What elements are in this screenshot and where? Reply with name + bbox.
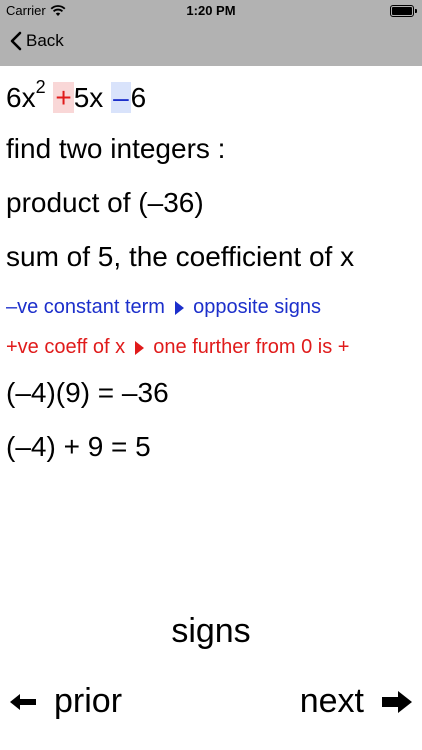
rule1-condition: –ve constant term bbox=[6, 296, 165, 318]
rule2-condition: +ve coeff of x bbox=[6, 336, 126, 358]
prior-label: prior bbox=[54, 682, 123, 720]
arrow-left-icon bbox=[10, 693, 36, 710]
prior-button[interactable]: prior bbox=[10, 682, 122, 721]
rule2-result: one further from 0 is + bbox=[153, 336, 350, 358]
equation-product: (–4)(9) = –36 bbox=[6, 377, 169, 408]
navigation-bar: Carrier 1:20 PM Back bbox=[0, 0, 422, 66]
term-6x: 6x bbox=[6, 82, 36, 113]
battery-icon bbox=[390, 5, 417, 17]
next-button[interactable]: next bbox=[300, 682, 412, 721]
next-label: next bbox=[299, 682, 364, 720]
rule1-result: opposite signs bbox=[193, 296, 321, 318]
step-find: find two integers : bbox=[6, 133, 226, 164]
arrow-right-icon bbox=[382, 690, 412, 713]
arrow-right-icon bbox=[134, 340, 144, 355]
term-5x: 5x bbox=[73, 82, 104, 113]
status-bar: Carrier 1:20 PM bbox=[0, 0, 422, 22]
step-product: product of (–36) bbox=[6, 187, 204, 218]
minus-sign: – bbox=[111, 82, 131, 113]
clock: 1:20 PM bbox=[186, 3, 236, 18]
arrow-right-icon bbox=[174, 300, 184, 315]
rule-coefficient: +ve coeff of x one further from 0 is + bbox=[6, 336, 349, 359]
back-label: Back bbox=[26, 31, 64, 50]
equation-sum: (–4) + 9 = 5 bbox=[6, 431, 151, 462]
back-button[interactable]: Back bbox=[10, 31, 64, 51]
plus-sign: + bbox=[53, 82, 74, 113]
step-sum: sum of 5, the coefficient of x bbox=[6, 241, 355, 272]
rule-constant-term: –ve constant term opposite signs bbox=[6, 296, 321, 319]
quadratic-expression: 6x2 +5x –6 bbox=[6, 77, 147, 114]
exponent: 2 bbox=[35, 77, 46, 97]
chevron-left-icon bbox=[10, 31, 22, 51]
term-6: 6 bbox=[130, 82, 147, 113]
section-title: signs bbox=[171, 612, 251, 650]
